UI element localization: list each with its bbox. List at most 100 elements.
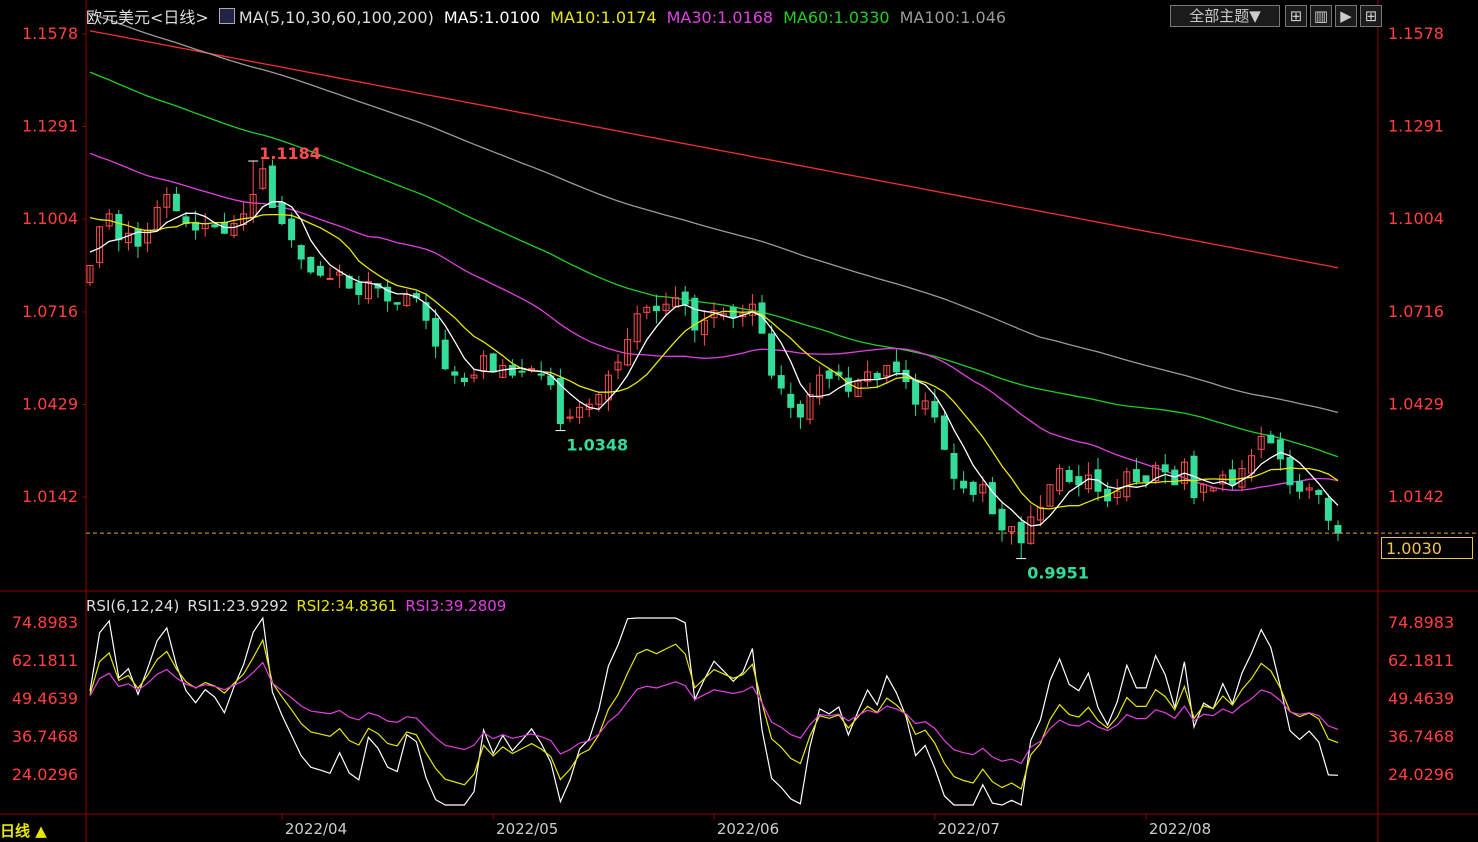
candle-body <box>931 400 939 418</box>
rsi-tick-label-left: 74.8983 <box>12 613 78 632</box>
candle-body <box>537 373 545 376</box>
y-tick-label-left: 1.1291 <box>22 117 78 136</box>
candle-body <box>211 224 219 228</box>
candle-body <box>316 265 324 276</box>
theme-dropdown[interactable]: 全部主题▼ <box>1170 5 1280 27</box>
x-tick-label: 2022/04 <box>285 820 347 838</box>
candle-body <box>1286 457 1294 486</box>
candle-body <box>777 375 785 389</box>
current-price-tag: 1.0030 <box>1381 537 1473 559</box>
annotation-low-label: 1.0348 <box>566 436 628 455</box>
candle-body <box>681 291 689 305</box>
layout-more-button[interactable]: ⊞ <box>1360 5 1382 27</box>
candle-body <box>518 370 526 373</box>
ma100-line <box>89 12 1339 414</box>
y-tick-label-right: 1.0142 <box>1388 487 1444 506</box>
candle-body <box>307 256 315 273</box>
candle-body <box>393 302 401 305</box>
candle-body <box>796 403 804 418</box>
y-tick-label-right: 1.1291 <box>1388 117 1444 136</box>
ma-label: MA(5,10,30,60,100,200) <box>238 8 434 27</box>
ma60-value: MA60:1.0330 <box>783 8 890 27</box>
ma10-line <box>89 213 1339 510</box>
candle-body <box>441 339 449 370</box>
rsi-tick-label-right: 36.7468 <box>1388 727 1454 746</box>
period-selector[interactable]: 日线 ▲ <box>0 820 47 841</box>
ma30-value: MA30:1.0168 <box>666 8 774 27</box>
play-button[interactable]: ▶ <box>1335 5 1357 27</box>
candle-body <box>432 318 440 347</box>
rsi3-line <box>89 661 1339 765</box>
x-tick-label: 2022/08 <box>1149 820 1211 838</box>
y-tick-label-right: 1.1004 <box>1388 209 1444 228</box>
rsi-label: RSI(6,12,24) <box>86 597 180 615</box>
candle-body <box>988 482 996 515</box>
candle-body <box>873 372 881 379</box>
rsi-tick-label-right: 62.1811 <box>1388 651 1454 670</box>
candle-body <box>1228 469 1236 486</box>
candle-body <box>1161 464 1169 473</box>
candle-body <box>1296 480 1304 492</box>
layout-grid-button[interactable]: ⊞ <box>1285 5 1307 27</box>
x-tick-label: 2022/05 <box>496 820 558 838</box>
rsi-tick-label-right: 24.0296 <box>1388 765 1454 784</box>
rsi-tick-label-left: 62.1811 <box>12 651 78 670</box>
rsi3-value: RSI3:39.2809 <box>405 597 507 615</box>
ma5-line <box>89 201 1339 527</box>
chart-canvas: 1.1578 1.1578 1.1291 1.1291 1.1004 1.1004 1.07… <box>0 0 1478 842</box>
ma5-value: MA5:1.0100 <box>443 8 541 27</box>
rsi1-value: RSI1:23.9292 <box>187 597 289 615</box>
rsi-tick-label-right: 49.4639 <box>1388 689 1454 708</box>
ma100-value: MA100:1.046 <box>899 8 1007 27</box>
candle-body <box>969 481 977 495</box>
rsi-tick-label-left: 36.7468 <box>12 727 78 746</box>
candle-body <box>1267 434 1275 444</box>
candle-body <box>1142 475 1150 483</box>
rsi-tick-label-left: 49.4639 <box>12 689 78 708</box>
annotation-high-label: 1.1184 <box>259 144 321 163</box>
x-tick-label: 2022/07 <box>938 820 1000 838</box>
candle-body <box>825 370 833 379</box>
y-tick-label-left: 1.1004 <box>22 209 78 228</box>
candle-body <box>1315 489 1323 495</box>
candle-body <box>1324 497 1332 521</box>
candle-body <box>1065 469 1073 483</box>
candle-body <box>950 452 958 479</box>
candle-body <box>768 333 776 376</box>
candle-body <box>998 508 1006 531</box>
candle-body <box>1017 521 1025 544</box>
candle-body <box>1276 439 1284 460</box>
y-tick-label-right: 1.0429 <box>1388 394 1444 413</box>
y-tick-label-left: 1.0142 <box>22 487 78 506</box>
y-tick-label-left: 1.0716 <box>22 302 78 321</box>
rsi-tick-label-right: 74.8983 <box>1388 613 1454 632</box>
ma10-value: MA10:1.0174 <box>550 8 657 27</box>
candle-body <box>278 202 286 225</box>
ma60-line <box>89 71 1339 458</box>
rsi2-value: RSI2:34.8361 <box>296 597 398 615</box>
candle-body <box>489 353 497 373</box>
main-chart-header: 欧元美元<日线> MA(5,10,30,60,100,200) MA5:1.0100… <box>86 7 1016 29</box>
symbol-title[interactable]: 欧元美元<日线> <box>86 8 209 27</box>
layout-split-button[interactable]: ▥ <box>1310 5 1332 27</box>
candle-body <box>288 218 296 241</box>
rsi1-line <box>89 616 1339 806</box>
candle-body <box>912 379 920 405</box>
candle-body <box>508 364 516 376</box>
ma-indicator-icon[interactable] <box>218 8 235 24</box>
candle-body <box>1334 525 1342 534</box>
candle-body <box>460 377 468 383</box>
candle-body <box>297 245 305 260</box>
y-tick-label-right: 1.1578 <box>1388 24 1444 43</box>
candle-body <box>326 277 334 280</box>
candle-body <box>960 480 968 489</box>
rsi-tick-label-left: 24.0296 <box>12 765 78 784</box>
candle-body <box>787 393 795 408</box>
annotation-low-label: 0.9951 <box>1027 564 1089 583</box>
candle-body <box>652 305 660 312</box>
candle-body <box>115 213 123 241</box>
candle-body <box>892 361 900 373</box>
candle-body <box>355 282 363 296</box>
candle-body <box>1132 469 1140 483</box>
candle-body <box>172 193 180 212</box>
